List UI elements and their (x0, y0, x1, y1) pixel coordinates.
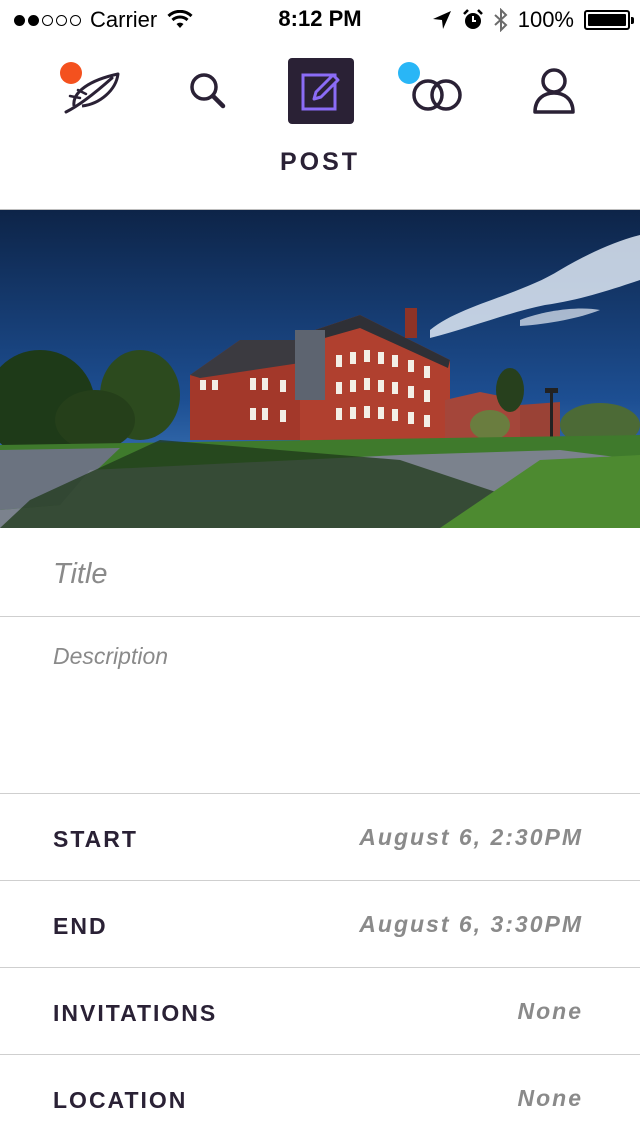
nav-post-button[interactable] (288, 58, 354, 124)
invitations-row[interactable]: INVITATIONS None (0, 968, 640, 1055)
invitations-label: INVITATIONS (53, 1000, 218, 1026)
end-value: August 6, 3:30PM (359, 911, 583, 937)
nav-circles-button[interactable] (398, 58, 470, 124)
status-bar: Carrier 8:12 PM 100% (0, 0, 640, 40)
location-row[interactable]: LOCATION None (0, 1055, 640, 1136)
start-row[interactable]: START August 6, 2:30PM (0, 794, 640, 881)
title-placeholder: Title (53, 558, 108, 590)
invitations-value: None (517, 998, 583, 1024)
end-row[interactable]: END August 6, 3:30PM (0, 881, 640, 968)
end-label: END (53, 913, 108, 939)
title-field[interactable]: Title (0, 528, 640, 617)
search-icon (190, 73, 226, 109)
start-label: START (53, 826, 138, 852)
status-right: 100% (422, 7, 634, 33)
post-form: Title Description START August 6, 2:30PM… (0, 528, 640, 1136)
location-label: LOCATION (53, 1087, 188, 1113)
top-nav: POST (0, 40, 640, 210)
profile-icon (533, 68, 575, 114)
nav-search-button[interactable] (175, 58, 241, 124)
alarm-icon (462, 9, 483, 29)
bluetooth-icon (494, 8, 508, 32)
battery-percent: 100% (517, 7, 574, 32)
campus-building-image (0, 210, 640, 528)
compose-icon (301, 73, 340, 111)
start-value: August 6, 2:30PM (359, 824, 583, 850)
nav-feed-button[interactable] (58, 58, 124, 124)
battery-icon (584, 10, 634, 30)
notification-badge (60, 62, 82, 84)
notification-badge (398, 62, 420, 84)
post-photo[interactable] (0, 210, 640, 528)
page-title: POST (279, 148, 361, 176)
description-field[interactable]: Description (0, 617, 640, 794)
description-placeholder: Description (53, 643, 169, 669)
location-value: None (517, 1085, 583, 1111)
location-arrow-icon (432, 11, 451, 29)
nav-profile-button[interactable] (521, 58, 587, 124)
